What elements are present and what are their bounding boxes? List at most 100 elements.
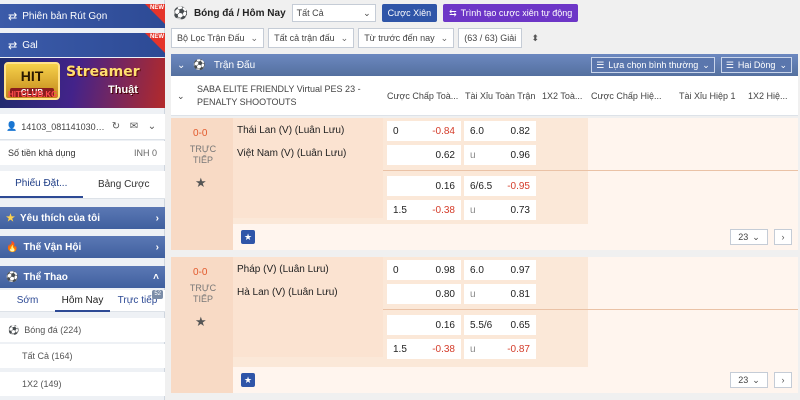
chevron-right-icon: › <box>155 212 159 224</box>
ou-odds-cell[interactable]: u 0.81 <box>464 284 536 304</box>
chevron-right-icon: › <box>155 241 159 253</box>
league-count[interactable]: (63 / 63) Giải <box>458 28 523 48</box>
sidebar: ⇄ Phiên bản Rút Gọn NEW ⇄ Gal NEW HIT CL… <box>0 0 165 400</box>
sport-item-all-label: Tất Cả (164) <box>22 351 73 361</box>
ou-odds-cell[interactable]: 6.0 0.97 <box>464 260 536 280</box>
hdp-odds-cell[interactable]: 0 -0.84 <box>387 121 461 141</box>
chevron-up-icon: ˄ <box>153 271 159 283</box>
tab-early[interactable]: Sớm <box>0 290 55 312</box>
match-row: 0-0 TRỰC TIẾP ★ Thái Lan (V) (Luân Lưu) … <box>171 118 798 254</box>
top-bar: ⚽ Bóng đá / Hôm Nay Tất Cả ⌄ Cược Xiên ⇆… <box>171 0 800 26</box>
nav-olympics[interactable]: 🔥 Thế Vận Hội › <box>0 236 165 258</box>
ou-odds-cell[interactable]: u 0.73 <box>464 200 536 220</box>
nav-olympics-label: Thế Vận Hội <box>23 241 82 253</box>
hdp-odds-cell[interactable]: 0 0.98 <box>387 260 461 280</box>
ou-odds-cell[interactable]: 5.5/6 0.65 <box>464 315 536 335</box>
sport-item-football[interactable]: ⚽ Bóng đá (224) <box>0 318 165 342</box>
sport-item-all[interactable]: Tất Cả (164) <box>0 344 165 368</box>
ou-odds: 0.65 <box>510 319 530 331</box>
promo-gallery-label: Gal <box>22 39 38 51</box>
soccer-ball-icon: ⚽ <box>6 271 19 283</box>
account-row: 👤 14103_0811410301... ↻ ✉ ⌄ <box>0 114 165 140</box>
chevron-down-icon: ⌄ <box>752 231 760 242</box>
bet-tabs: Phiếu Đặt... Bảng Cược <box>0 171 165 199</box>
sport-item-1x2[interactable]: 1X2 (149) <box>0 372 165 396</box>
hdp-odds-cell[interactable]: 1.5 -0.38 <box>387 200 461 220</box>
nav-favorites[interactable]: ★ Yêu thích của tôi › <box>0 207 165 229</box>
new-badge: NEW <box>145 4 165 24</box>
swap-icon: ⇄ <box>8 10 18 23</box>
promo-lite-version[interactable]: ⇄ Phiên bản Rút Gọn NEW <box>0 4 165 28</box>
parlay-button[interactable]: Cược Xiên <box>381 4 438 22</box>
collapse-icon[interactable]: ⌄ <box>177 60 185 71</box>
chevron-right-icon[interactable]: › <box>774 229 792 245</box>
match-footer: ★ 23 ⌄ › <box>233 367 798 393</box>
ou-odds: -0.95 <box>507 180 530 192</box>
nav-sports-label: Thể Thao <box>23 271 68 283</box>
market-select[interactable]: Tất Cả ⌄ <box>291 4 376 22</box>
odds-view-select[interactable]: ☰ Lựa chọn bình thường ⌄ <box>591 57 715 73</box>
ou-line: 6.0 <box>470 125 484 137</box>
hdp-odds-cell[interactable]: 1.5 -0.38 <box>387 339 461 359</box>
balance-row: Số tiền khả dụng INH 0 <box>0 141 165 165</box>
streamer-banner[interactable]: HIT CLUB HITCLUB.KG Streamer Thuật <box>0 58 165 108</box>
ou-line: u <box>470 343 476 355</box>
star-icon[interactable]: ★ <box>195 314 207 330</box>
lines-select[interactable]: ☰ Hai Dòng ⌄ <box>720 57 792 73</box>
torch-icon: 🔥 <box>6 241 19 253</box>
chevron-down-icon: ⌄ <box>779 59 787 70</box>
banner-subtitle: Thuật <box>108 84 138 96</box>
hdp-odds-cell[interactable]: 0.80 <box>387 284 461 304</box>
league-name: SABA ELITE FRIENDLY Virtual PES 23 - PEN… <box>197 84 361 107</box>
match-score: 0-0 <box>193 128 208 139</box>
ou-odds: 0.82 <box>510 125 530 137</box>
tab-bet-list[interactable]: Bảng Cược <box>83 171 166 198</box>
star-icon[interactable]: ★ <box>195 175 207 191</box>
star-icon[interactable]: ★ <box>241 373 255 387</box>
column-header: ⌄ SABA ELITE FRIENDLY Virtual PES 23 - P… <box>171 76 798 116</box>
ou-odds-cell[interactable]: 6/6.5 -0.95 <box>464 176 536 196</box>
match-filter-label: Tất cả trận đấu <box>274 33 335 43</box>
hdp-odds-cell[interactable]: 0.16 <box>387 315 461 335</box>
refresh-icon[interactable]: ↻ <box>109 120 123 134</box>
more-markets-select[interactable]: 23 ⌄ <box>730 372 768 388</box>
ou-odds-cell[interactable]: u 0.96 <box>464 145 536 165</box>
auto-parlay-button[interactable]: ⇆ Trình tạo cược xiên tự động <box>443 4 579 22</box>
logo-text: HIT <box>20 68 44 84</box>
odds-view-label: Lựa chọn bình thường <box>608 60 699 70</box>
grid-icon: ☰ <box>725 59 734 70</box>
col-hdp-half: Cược Chấp Hiệ... <box>591 91 662 101</box>
more-markets-select[interactable]: 23 ⌄ <box>730 229 768 245</box>
breadcrumb: Bóng đá / Hôm Nay <box>193 7 286 19</box>
hdp-line: 0 <box>393 264 399 276</box>
chevron-down-icon[interactable]: ⌄ <box>145 120 159 134</box>
tab-today[interactable]: Hôm Nay <box>55 290 110 312</box>
user-id: 14103_0811410301... <box>21 121 105 132</box>
ou-odds-cell[interactable]: 6.0 0.82 <box>464 121 536 141</box>
more-markets-count: 23 <box>738 232 749 242</box>
teams-col: Thái Lan (V) (Luân Lưu) Việt Nam (V) (Lu… <box>233 118 383 218</box>
sort-icon[interactable]: ⬍ <box>526 28 544 48</box>
hdp-line: 1.5 <box>393 343 407 355</box>
col-1x2-half: 1X2 Hiệ... <box>748 91 788 101</box>
time-filter[interactable]: Từ trước đến nay ⌄ <box>358 28 455 48</box>
lines-label: Hai Dòng <box>737 60 776 70</box>
banner-title: Streamer <box>66 64 140 80</box>
league-filter[interactable]: Bộ Lọc Trận Đấu ⌄ <box>171 28 265 48</box>
table-header: ⌄ ⚽ Trận Đấu ☰ Lựa chọn bình thường ⌄ ☰ … <box>171 54 798 76</box>
hdp-odds-cell[interactable]: 0.62 <box>387 145 461 165</box>
tab-bet-slip[interactable]: Phiếu Đặt... <box>0 171 83 198</box>
nav-sports[interactable]: ⚽ Thể Thao ˄ <box>0 266 165 288</box>
wand-icon: ⇆ <box>449 7 457 18</box>
star-icon[interactable]: ★ <box>241 230 255 244</box>
hdp-odds-cell[interactable]: 0.16 <box>387 176 461 196</box>
tab-live[interactable]: Trực tiếp 52 <box>110 289 165 312</box>
collapse-league-icon[interactable]: ⌄ <box>177 91 185 102</box>
col-ou-full: Tài Xỉu Toàn Trận <box>465 91 536 101</box>
teams-col: Pháp (V) (Luân Lưu) Hà Lan (V) (Luân Lưu… <box>233 257 383 357</box>
promo-gallery[interactable]: ⇄ Gal NEW <box>0 33 165 57</box>
mail-icon[interactable]: ✉ <box>127 120 141 134</box>
match-filter[interactable]: Tất cả trận đấu ⌄ <box>268 28 355 48</box>
chevron-right-icon[interactable]: › <box>774 372 792 388</box>
ou-odds-cell[interactable]: u -0.87 <box>464 339 536 359</box>
